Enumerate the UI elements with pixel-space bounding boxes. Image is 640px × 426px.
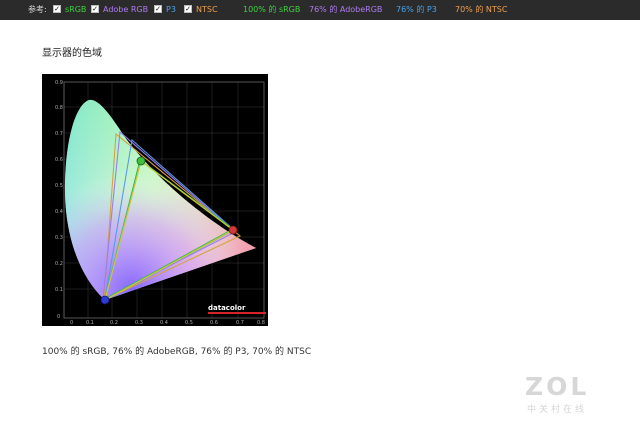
- y-axis-ticks: 0.9 0.8 0.7 0.6 0.5 0.4 0.3 0.2 0.1 0: [55, 80, 63, 320]
- datacolor-logo-bar: [208, 312, 266, 314]
- x-tick: 0.1: [86, 320, 94, 326]
- y-tick: 0.1: [55, 287, 63, 293]
- y-tick: 0.8: [55, 105, 63, 111]
- srgb-legend-label: sRGB: [65, 5, 87, 14]
- datacolor-logo: datacolor: [208, 304, 246, 312]
- ntsc-coverage: 70% 的 NTSC: [455, 5, 508, 14]
- x-tick: 0.8: [257, 320, 265, 326]
- p3-coverage: 76% 的 P3: [396, 5, 437, 14]
- x-tick: 0.6: [210, 320, 218, 326]
- green-primary-marker: [136, 156, 146, 166]
- cie-diagram: 0.9 0.8 0.7 0.6 0.5 0.4 0.3 0.2 0.1 0 0 …: [55, 80, 266, 326]
- gamut-chart-image: 0.9 0.8 0.7 0.6 0.5 0.4 0.3 0.2 0.1 0 0 …: [42, 74, 268, 326]
- y-tick: 0.2: [55, 261, 63, 267]
- y-tick: 0.5: [55, 183, 63, 189]
- x-tick: 0.5: [185, 320, 193, 326]
- ntsc-checkbox[interactable]: ✓: [184, 5, 192, 13]
- p3-legend-label: P3: [166, 5, 176, 14]
- x-tick: 0.4: [160, 320, 168, 326]
- srgb-coverage: 100% 的 sRGB: [243, 5, 301, 14]
- y-tick: 0.6: [55, 157, 63, 163]
- gamut-caption: 100% 的 sRGB, 76% 的 AdobeRGB, 76% 的 P3, 7…: [42, 347, 312, 357]
- x-tick: 0: [70, 320, 73, 326]
- reference-legend-bar: 参考: ✓ sRGB ✓ Adobe RGB ✓ P3 ✓ NTSC 100% …: [0, 0, 640, 20]
- x-axis-ticks: 0 0.1 0.2 0.3 0.4 0.5 0.6 0.7 0.8: [70, 320, 265, 326]
- reference-label: 参考:: [28, 5, 47, 14]
- adobe-rgb-checkbox[interactable]: ✓: [91, 5, 99, 13]
- adobe-rgb-legend-label: Adobe RGB: [103, 5, 149, 14]
- x-tick: 0.2: [110, 320, 118, 326]
- zol-watermark-logo: ZOL: [525, 372, 590, 401]
- srgb-checkbox[interactable]: ✓: [53, 5, 61, 13]
- adobe-rgb-coverage: 76% 的 AdobeRGB: [309, 5, 383, 14]
- y-tick: 0: [57, 314, 60, 320]
- x-tick: 0.7: [236, 320, 244, 326]
- red-primary-marker: [228, 225, 238, 235]
- y-tick: 0.9: [55, 80, 63, 86]
- zol-watermark-subtitle: 中关村在线: [527, 405, 588, 415]
- section-title: 显示器的色域: [42, 48, 102, 59]
- x-tick: 0.3: [135, 320, 143, 326]
- y-tick: 0.4: [55, 209, 63, 215]
- p3-checkbox[interactable]: ✓: [154, 5, 162, 13]
- ntsc-legend-label: NTSC: [196, 5, 218, 14]
- y-tick: 0.7: [55, 131, 63, 137]
- zol-watermark: ZOL 中关村在线: [523, 372, 603, 417]
- y-tick: 0.3: [55, 235, 63, 241]
- blue-primary-marker: [100, 295, 110, 305]
